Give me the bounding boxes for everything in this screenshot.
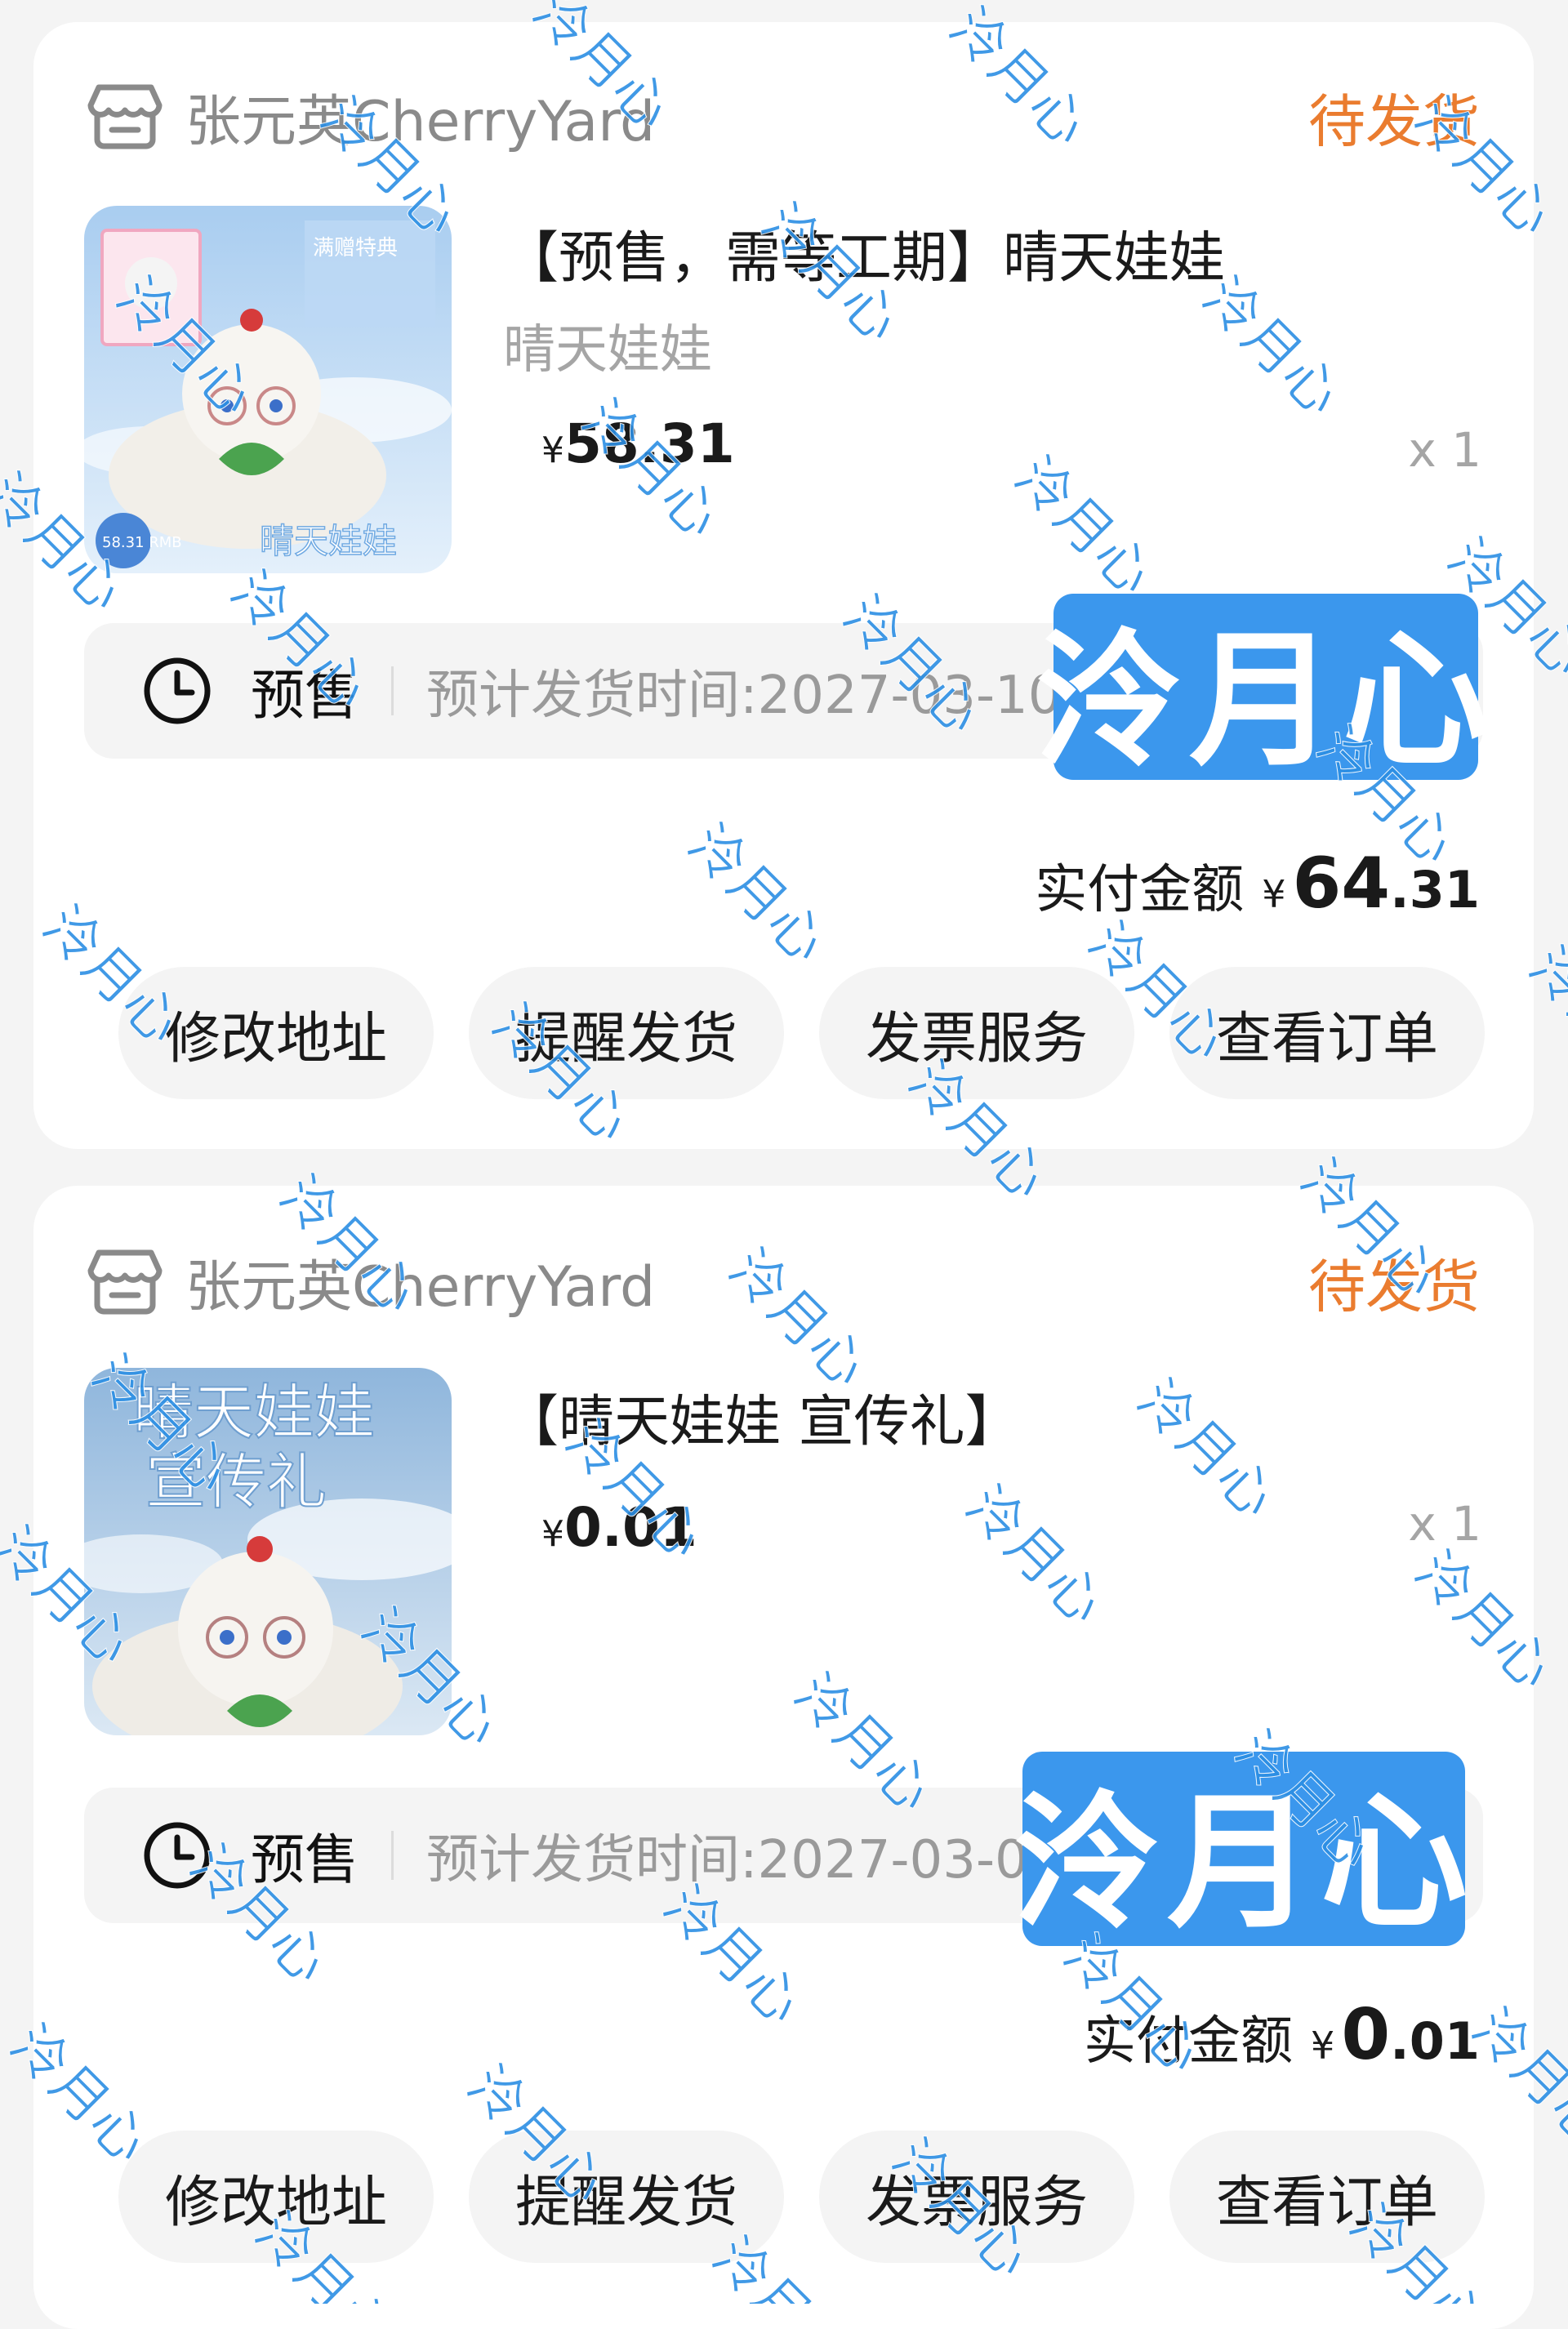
action-buttons: 修改地址 提醒发货 发票服务 查看订单 [118,967,1485,1099]
thumb-text-line1: 晴天娃娃 [133,1378,375,1448]
product-quantity: x 1 [1408,422,1481,478]
shop-name: 张元英CherryYard [185,89,656,154]
invoice-service-button[interactable]: 发票服务 [819,967,1134,1099]
product-sku: 晴天娃娃 [503,320,712,381]
shop-name: 张元英CherryYard [185,1254,656,1320]
view-order-button[interactable]: 查看订单 [1169,967,1485,1099]
watermark-stamp: 泠月心 [1013,1752,1468,1948]
modify-address-button[interactable]: 修改地址 [118,967,434,1099]
ship-time-text: 预计发货时间:2027-03-0 [426,1830,1028,1890]
product-price: ¥58.31 [541,412,735,475]
product-title[interactable]: 【预售，需等工期】晴天娃娃 [503,212,1225,293]
presale-tag: 预售 [251,1828,359,1891]
remind-shipping-button[interactable]: 提醒发货 [469,967,784,1099]
shop-icon [87,84,163,149]
order-status: 待发货 [1308,88,1480,155]
shop-header[interactable]: 张元英CherryYard [87,79,655,154]
ship-time-text: 预计发货时间:2027-03-10 [426,666,1062,726]
paid-amount-label: 实付金额 [1035,860,1245,920]
clock-icon [144,1822,211,1889]
shop-header[interactable]: 张元英CherryYard [87,1245,655,1320]
divider [391,1831,394,1880]
product-quantity: x 1 [1408,1496,1481,1552]
order-status: 待发货 [1308,1254,1480,1320]
paid-amount: 实付金额 ¥ 0 .01 [1084,1994,1480,2076]
presale-tag: 预售 [251,664,359,727]
clock-icon [144,657,211,724]
divider [391,666,394,715]
view-order-button[interactable]: 查看订单 [1169,2131,1485,2263]
thumb-text-line2: 宣传礼 [145,1447,327,1517]
modify-address-button[interactable]: 修改地址 [118,2131,434,2263]
product-price: ¥0.01 [541,1496,697,1559]
product-thumbnail[interactable]: 满赠特典 58.31 RMB 晴天娃娃 [84,206,452,573]
watermark-stamp: 泠月心 [1036,594,1490,786]
paid-amount-label: 实付金额 [1084,2011,1294,2072]
product-title[interactable]: 【晴天娃娃 宣传礼】 [503,1376,1021,1457]
remind-shipping-button[interactable]: 提醒发货 [469,2131,784,2263]
action-buttons: 修改地址 提醒发货 发票服务 查看订单 [118,2131,1485,2263]
shop-icon [87,1249,163,1315]
product-thumbnail[interactable]: 晴天娃娃 宣传礼 [84,1368,452,1735]
invoice-service-button[interactable]: 发票服务 [819,2131,1134,2263]
thumb-bottom-text: 晴天娃娃 [260,521,397,561]
thumb-price-tag: 58.31 RMB [102,534,182,551]
paid-amount: 实付金额 ¥ 64 .31 [1035,843,1480,924]
thumb-badge-text: 满赠特典 [313,236,398,261]
